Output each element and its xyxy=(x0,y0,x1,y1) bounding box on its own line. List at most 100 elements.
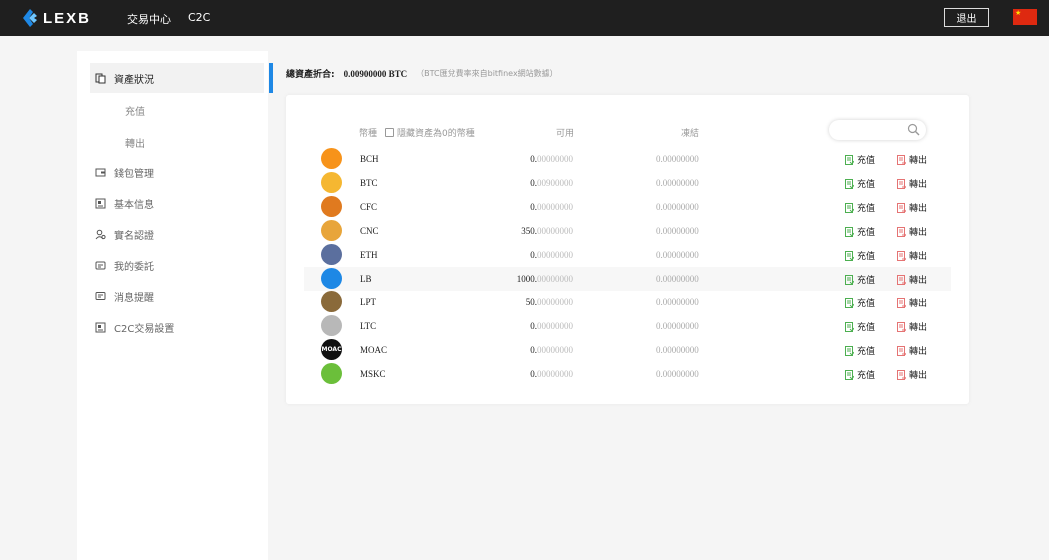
coin-name: LTC xyxy=(360,321,377,331)
table-row: BTC 0.00900000 0.00000000 充值 轉出 xyxy=(304,171,951,195)
deposit-button[interactable]: 充值 xyxy=(845,153,875,166)
sidebar-item-label: 我的委託 xyxy=(114,261,154,273)
deposit-label: 充值 xyxy=(857,180,876,190)
sidebar-item-label: 資產狀況 xyxy=(114,74,154,86)
logo-icon xyxy=(23,9,37,27)
hide-zero-checkbox[interactable] xyxy=(385,128,394,137)
nav-trade-center[interactable]: 交易中心 xyxy=(127,11,171,27)
deposit-icon xyxy=(845,226,855,237)
frozen-amount: 0.00000000 xyxy=(656,226,699,236)
total-assets-summary: 總資產折合: 0.00900000 BTC （BTC匯兌費率來自bitfinex… xyxy=(286,67,558,81)
search-box[interactable] xyxy=(829,120,926,140)
eth-coin-icon xyxy=(321,244,342,265)
deposit-label: 充值 xyxy=(857,323,876,333)
available-decimal: 00000000 xyxy=(537,297,573,307)
withdraw-icon xyxy=(897,226,907,237)
deposit-button[interactable]: 充值 xyxy=(845,249,875,262)
available-integer: 0. xyxy=(530,154,537,164)
orders-icon xyxy=(94,259,106,271)
deposit-button[interactable]: 充值 xyxy=(845,201,875,214)
deposit-button[interactable]: 充值 xyxy=(845,225,875,238)
deposit-icon xyxy=(845,250,855,261)
withdraw-label: 轉出 xyxy=(909,204,928,214)
search-input[interactable] xyxy=(837,121,911,139)
moac-coin-icon: MOAC xyxy=(321,339,342,360)
deposit-label: 充值 xyxy=(857,252,876,262)
message-icon xyxy=(94,290,106,302)
total-assets-value: 0.00900000 BTC xyxy=(343,68,408,79)
sidebar-item-basic-info[interactable]: 基本信息 xyxy=(90,188,264,218)
sidebar-item-verification[interactable]: 實名認證 xyxy=(90,219,264,249)
available-amount: 0.00000000 xyxy=(530,154,573,164)
logo-text: LEXB xyxy=(43,9,92,27)
withdraw-button[interactable]: 轉出 xyxy=(897,368,927,381)
available-amount: 0.00000000 xyxy=(530,345,573,355)
available-integer: 0. xyxy=(530,345,537,355)
sidebar-item-my-orders[interactable]: 我的委託 xyxy=(90,250,264,280)
deposit-button[interactable]: 充值 xyxy=(845,320,875,333)
coin-name: MOAC xyxy=(360,345,388,355)
deposit-button[interactable]: 充值 xyxy=(845,368,875,381)
available-decimal: 00000000 xyxy=(537,369,573,379)
deposit-label: 充值 xyxy=(857,228,876,238)
available-integer: 0. xyxy=(530,250,537,260)
sidebar-item-assets[interactable]: 資產狀況 xyxy=(90,63,273,93)
search-icon[interactable] xyxy=(907,123,920,141)
deposit-button[interactable]: 充值 xyxy=(845,177,875,190)
deposit-icon xyxy=(845,178,855,189)
sidebar-subitem-deposit[interactable]: 充值 xyxy=(125,103,145,118)
profile-card-icon xyxy=(94,197,106,209)
withdraw-label: 轉出 xyxy=(909,299,928,309)
frozen-amount: 0.00000000 xyxy=(656,250,699,260)
sidebar-item-label: C2C交易設置 xyxy=(114,323,175,335)
available-amount: 0.00000000 xyxy=(530,321,573,331)
lpt-coin-icon xyxy=(321,291,342,312)
frozen-amount: 0.00000000 xyxy=(656,321,699,331)
frozen-amount: 0.00000000 xyxy=(656,178,699,188)
deposit-button[interactable]: 充值 xyxy=(845,296,875,309)
deposit-label: 充值 xyxy=(857,276,876,286)
sidebar-item-label: 消息提醒 xyxy=(114,292,154,304)
deposit-icon xyxy=(845,369,855,380)
withdraw-button[interactable]: 轉出 xyxy=(897,177,927,190)
china-flag-icon[interactable]: ★ xyxy=(1013,9,1037,25)
withdraw-button[interactable]: 轉出 xyxy=(897,153,927,166)
deposit-button[interactable]: 充值 xyxy=(845,273,875,286)
sidebar-item-messages[interactable]: 消息提醒 xyxy=(90,281,264,311)
hide-zero-toggle[interactable]: 隱藏資產為0的幣種 xyxy=(385,126,475,139)
withdraw-button[interactable]: 轉出 xyxy=(897,201,927,214)
deposit-icon xyxy=(845,274,855,285)
header-available: 可用 xyxy=(556,129,575,139)
nav-c2c[interactable]: C2C xyxy=(188,11,210,24)
available-decimal: 00000000 xyxy=(537,202,573,212)
coin-name: BCH xyxy=(360,154,379,164)
withdraw-button[interactable]: 轉出 xyxy=(897,320,927,333)
withdraw-icon xyxy=(897,369,907,380)
sidebar-subitem-withdraw[interactable]: 轉出 xyxy=(125,135,145,150)
deposit-button[interactable]: 充值 xyxy=(845,344,875,357)
withdraw-button[interactable]: 轉出 xyxy=(897,273,927,286)
c2c-settings-icon xyxy=(94,321,106,333)
withdraw-label: 轉出 xyxy=(909,156,928,166)
sidebar-item-c2c-settings[interactable]: C2C交易設置 xyxy=(90,312,264,342)
logout-button[interactable]: 退出 xyxy=(944,8,989,27)
deposit-label: 充值 xyxy=(857,299,876,309)
withdraw-button[interactable]: 轉出 xyxy=(897,344,927,357)
withdraw-icon xyxy=(897,297,907,308)
assets-card: 幣種 隱藏資產為0的幣種 可用 凍結 BCH 0.00000000 0.000000… xyxy=(286,95,969,404)
withdraw-icon xyxy=(897,345,907,356)
withdraw-button[interactable]: 轉出 xyxy=(897,296,927,309)
withdraw-label: 轉出 xyxy=(909,371,928,381)
withdraw-button[interactable]: 轉出 xyxy=(897,225,927,238)
withdraw-button[interactable]: 轉出 xyxy=(897,249,927,262)
lb-coin-icon xyxy=(321,268,342,289)
frozen-amount: 0.00000000 xyxy=(656,274,699,284)
ltc-coin-icon xyxy=(321,315,342,336)
frozen-amount: 0.00000000 xyxy=(656,154,699,164)
withdraw-label: 轉出 xyxy=(909,323,928,333)
coin-name: MSKC xyxy=(360,369,386,379)
sidebar-item-wallet[interactable]: 錢包管理 xyxy=(90,157,264,187)
logo[interactable]: LEXB xyxy=(20,8,91,28)
available-integer: 1000. xyxy=(516,274,537,284)
header-coin: 幣種 xyxy=(359,129,378,139)
